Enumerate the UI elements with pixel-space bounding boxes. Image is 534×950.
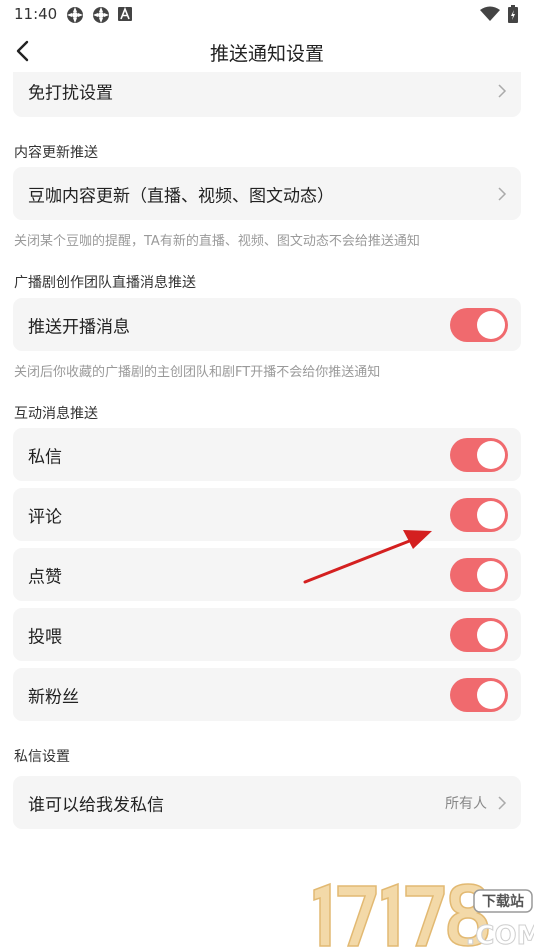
private-message-label: 私信	[28, 447, 62, 467]
toggle-row-comment: 评论	[13, 488, 521, 541]
interaction-section-title: 互动消息推送	[14, 406, 98, 422]
dm-section-title: 私信设置	[14, 749, 70, 765]
system-icons	[480, 5, 518, 23]
live-push-hint: 关闭后你收藏的广播剧的主创团队和剧FT开播不会给你推送通知	[14, 365, 381, 380]
live-push-toggle[interactable]	[450, 307, 508, 342]
toggle-knob	[477, 440, 505, 469]
new-follower-label: 新粉丝	[28, 687, 79, 707]
live-push-label: 推送开播消息	[28, 317, 130, 337]
toggle-row-like: 点赞	[13, 548, 521, 601]
dm-permission-value: 所有人	[445, 795, 487, 812]
live-push-row: 推送开播消息	[13, 298, 521, 351]
toggle-row-feed: 投喂	[13, 608, 521, 661]
content-update-label: 豆咖内容更新（直播、视频、图文动态）	[28, 186, 334, 206]
app-header: 推送通知设置	[0, 30, 534, 72]
status-time: 11:40	[14, 5, 58, 23]
private-message-toggle[interactable]	[450, 437, 508, 472]
team-section-title: 广播剧创作团队直播消息推送	[14, 275, 196, 291]
content-update-hint: 关闭某个豆咖的提醒，TA有新的直播、视频、图文动态不会给推送通知	[14, 234, 420, 249]
dnd-settings-label: 免打扰设置	[28, 83, 113, 104]
status-bar: 11:40	[0, 0, 534, 30]
comment-toggle[interactable]	[450, 497, 508, 532]
dm-permission-label: 谁可以给我发私信	[28, 795, 164, 815]
toggle-knob	[477, 620, 505, 649]
battery-icon	[508, 5, 518, 23]
notification-icons	[66, 6, 132, 24]
dm-permission-row[interactable]: 谁可以给我发私信 所有人	[13, 776, 521, 829]
chevron-right-icon	[498, 186, 507, 201]
toggle-knob	[477, 680, 505, 709]
chevron-right-icon	[498, 84, 507, 98]
watermark-badge: 下载站	[482, 893, 524, 910]
feed-label: 投喂	[28, 627, 62, 647]
watermark-domain: .COM	[466, 921, 534, 950]
like-toggle[interactable]	[450, 557, 508, 592]
site-watermark-logo: 下载站 .COM	[313, 882, 534, 950]
app-notification-icon	[67, 7, 83, 23]
like-label: 点赞	[28, 567, 62, 587]
toggle-knob	[477, 560, 505, 589]
content-section-title: 内容更新推送	[14, 145, 98, 161]
content-update-row[interactable]: 豆咖内容更新（直播、视频、图文动态）	[13, 167, 521, 220]
new-follower-toggle[interactable]	[450, 677, 508, 712]
app-notification-icon	[93, 7, 109, 23]
comment-label: 评论	[28, 507, 62, 527]
chevron-right-icon	[498, 795, 507, 810]
page-title: 推送通知设置	[209, 43, 324, 65]
toggle-knob	[477, 500, 505, 529]
toggle-row-private-message: 私信	[13, 428, 521, 481]
dnd-settings-row[interactable]: 免打扰设置	[13, 72, 521, 117]
toggle-row-new-follower: 新粉丝	[13, 668, 521, 721]
toggle-knob	[477, 310, 505, 339]
feed-toggle[interactable]	[450, 617, 508, 652]
a-notification-icon	[118, 6, 132, 21]
wifi-icon	[480, 6, 500, 21]
